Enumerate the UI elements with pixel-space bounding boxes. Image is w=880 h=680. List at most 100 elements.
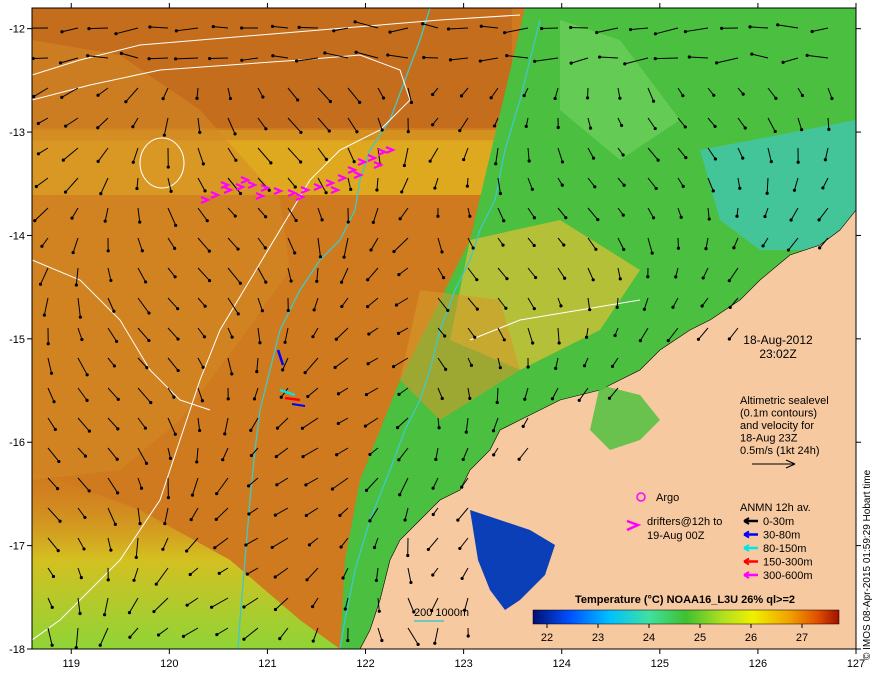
velocity-vector-head bbox=[233, 132, 237, 136]
velocity-vector-head bbox=[720, 26, 724, 30]
velocity-vector-head bbox=[773, 129, 777, 134]
velocity-vector-head bbox=[494, 162, 498, 166]
anmn-legend-label: 150-300m bbox=[763, 557, 813, 569]
velocity-vector-head bbox=[346, 220, 350, 224]
velocity-vector-head bbox=[305, 578, 309, 582]
velocity-vector-head bbox=[448, 58, 453, 62]
velocity-vector-head bbox=[195, 460, 199, 464]
y-tick-label: -13 bbox=[9, 127, 25, 139]
velocity-vector-head bbox=[704, 247, 708, 251]
velocity-vector-head bbox=[701, 276, 705, 280]
velocity-vector-head bbox=[774, 96, 778, 100]
velocity-vector bbox=[655, 57, 679, 60]
velocity-vector-head bbox=[342, 255, 346, 259]
velocity-vector-head bbox=[431, 92, 435, 97]
velocity-vector-head bbox=[148, 25, 152, 29]
velocity-vector-head bbox=[431, 512, 435, 517]
velocity-vector-head bbox=[343, 607, 347, 611]
velocity-vector-head bbox=[320, 218, 324, 222]
velocity-vector-head bbox=[221, 458, 225, 462]
velocity-vector-head bbox=[498, 191, 503, 196]
velocity-vector-head bbox=[215, 492, 219, 496]
colorbar-tick-label: 22 bbox=[541, 632, 553, 644]
velocity-vector-head bbox=[51, 574, 56, 579]
velocity-vector-head bbox=[138, 220, 142, 224]
velocity-vector-head bbox=[366, 305, 370, 309]
velocity-vector-head bbox=[557, 341, 561, 345]
velocity-vector-head bbox=[147, 57, 151, 61]
velocity-vector-head bbox=[380, 128, 384, 132]
velocity-vector-head bbox=[278, 637, 282, 641]
velocity-vector-head bbox=[618, 277, 622, 281]
velocity-vector-head bbox=[34, 184, 38, 189]
velocity-vector-head bbox=[540, 26, 544, 31]
velocity-vector-head bbox=[375, 188, 379, 192]
velocity-vector-head bbox=[304, 513, 308, 518]
sst-map-figure: 18-Aug-2012 23:02Z Altimetric sealevel(0… bbox=[9, 3, 865, 670]
velocity-vector-head bbox=[727, 279, 731, 283]
velocity-vector-head bbox=[748, 25, 752, 29]
velocity-vector-head bbox=[311, 639, 315, 643]
velocity-vector-head bbox=[364, 488, 369, 492]
velocity-vector-head bbox=[504, 306, 508, 310]
velocity-vector-head bbox=[336, 392, 341, 396]
sealevel-line: (0.1m contours) bbox=[740, 408, 817, 420]
velocity-vector-head bbox=[83, 515, 87, 520]
velocity-vector-head bbox=[369, 248, 373, 252]
velocity-vector-head bbox=[531, 341, 535, 345]
velocity-vector-head bbox=[346, 638, 350, 643]
velocity-vector-head bbox=[128, 635, 132, 639]
velocity-vector-head bbox=[236, 312, 240, 316]
velocity-vector-head bbox=[330, 487, 335, 491]
velocity-vector-head bbox=[623, 62, 627, 66]
velocity-vector-head bbox=[674, 275, 678, 279]
velocity-vector-head bbox=[27, 27, 30, 30]
velocity-vector-head bbox=[498, 366, 502, 370]
y-tick-label: -15 bbox=[9, 334, 25, 346]
velocity-vector-head bbox=[79, 576, 83, 580]
velocity-vector-head bbox=[562, 243, 566, 247]
velocity-vector-head bbox=[394, 303, 399, 307]
velocity-vector-head bbox=[143, 280, 148, 284]
velocity-vector-head bbox=[781, 60, 785, 64]
velocity-vector-head bbox=[80, 337, 84, 342]
velocity-vector-head bbox=[166, 496, 171, 500]
velocity-vector bbox=[149, 57, 169, 60]
velocity-vector-head bbox=[40, 244, 44, 248]
velocity-vector-head bbox=[437, 426, 441, 430]
velocity-vector-head bbox=[492, 124, 497, 128]
velocity-vector-head bbox=[615, 305, 619, 309]
velocity-vector-head bbox=[422, 55, 426, 60]
velocity-vector-head bbox=[173, 432, 177, 436]
velocity-vector-head bbox=[656, 158, 660, 162]
velocity-vector-head bbox=[491, 429, 496, 433]
velocity-vector-head bbox=[406, 553, 410, 558]
velocity-vector-head bbox=[732, 246, 736, 250]
y-tick-label: -18 bbox=[9, 644, 25, 656]
velocity-vector-head bbox=[526, 365, 530, 369]
velocity-vector-head bbox=[333, 365, 337, 370]
velocity-vector-head bbox=[554, 366, 558, 370]
velocity-vector-head bbox=[315, 279, 319, 283]
velocity-vector-head bbox=[112, 309, 116, 313]
velocity-vector-head bbox=[622, 247, 626, 251]
velocity-vector-head bbox=[622, 183, 626, 187]
velocity-vector-head bbox=[792, 188, 797, 192]
velocity-vector-head bbox=[270, 24, 275, 28]
velocity-vector-head bbox=[55, 486, 60, 491]
anmn-legend-label: 30-80m bbox=[763, 530, 800, 542]
velocity-vector-head bbox=[83, 454, 88, 458]
velocity-vector-head bbox=[173, 275, 177, 279]
velocity-vector-head bbox=[495, 400, 499, 405]
velocity-vector-head bbox=[56, 548, 60, 553]
velocity-vector-head bbox=[431, 486, 435, 490]
velocity-vector-head bbox=[332, 29, 336, 33]
velocity-vector-head bbox=[143, 426, 148, 430]
anmn-title: ANMN 12h av. bbox=[740, 502, 811, 514]
velocity-vector-head bbox=[271, 54, 275, 58]
velocity-vector-head bbox=[131, 125, 135, 129]
velocity-vector-head bbox=[707, 217, 711, 221]
velocity-vector-head bbox=[465, 184, 469, 188]
velocity-vector-head bbox=[817, 218, 821, 222]
velocity-vector-head bbox=[458, 129, 462, 133]
